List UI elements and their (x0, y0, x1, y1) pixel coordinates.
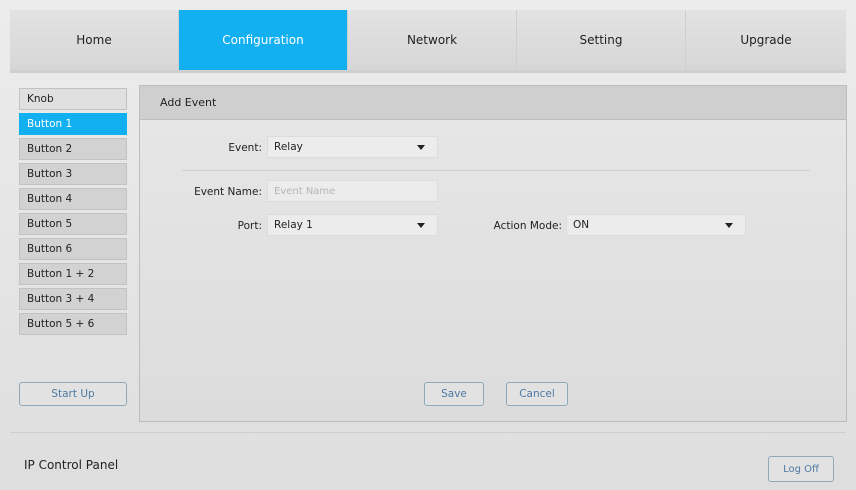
sidebar-item-button-3-4[interactable]: Button 3 + 4 (19, 288, 127, 310)
event-label: Event: (228, 142, 262, 154)
cancel-button[interactable]: Cancel (506, 382, 568, 406)
sidebar-item-button-2[interactable]: Button 2 (19, 138, 127, 160)
port-label: Port: (237, 220, 262, 232)
form-divider (182, 170, 810, 171)
action-mode-label: Action Mode: (493, 220, 562, 232)
sidebar-item-button-6[interactable]: Button 6 (19, 238, 127, 260)
event-name-label: Event Name: (194, 186, 262, 198)
chevron-down-icon (417, 223, 425, 228)
log-off-button[interactable]: Log Off (768, 456, 834, 482)
sidebar-item-button-3[interactable]: Button 3 (19, 163, 127, 185)
sidebar-item-button-5-6[interactable]: Button 5 + 6 (19, 313, 127, 335)
sidebar-item-button-1-2[interactable]: Button 1 + 2 (19, 263, 127, 285)
tab-setting[interactable]: Setting (517, 10, 686, 70)
add-event-panel: Add Event Event: Relay Event Name: Port:… (139, 85, 847, 422)
start-up-button[interactable]: Start Up (19, 382, 127, 406)
tab-network[interactable]: Network (348, 10, 517, 70)
sidebar-item-button-1[interactable]: Button 1 (19, 113, 127, 135)
port-select-value: Relay 1 (274, 219, 313, 231)
tab-upgrade[interactable]: Upgrade (686, 10, 846, 70)
event-select[interactable]: Relay (267, 136, 438, 158)
port-select[interactable]: Relay 1 (267, 214, 438, 236)
footer-divider (10, 432, 846, 433)
top-nav: Home Configuration Network Setting Upgra… (10, 10, 846, 70)
app-frame: Home Configuration Network Setting Upgra… (0, 0, 856, 490)
panel-title: Add Event (140, 86, 846, 120)
action-mode-select-value: ON (573, 219, 590, 231)
sidebar: Knob Button 1 Button 2 Button 3 Button 4… (19, 88, 127, 338)
sidebar-item-button-5[interactable]: Button 5 (19, 213, 127, 235)
chevron-down-icon (725, 223, 733, 228)
sidebar-item-knob[interactable]: Knob (19, 88, 127, 110)
event-name-input[interactable] (267, 180, 438, 202)
chevron-down-icon (417, 145, 425, 150)
sidebar-item-button-4[interactable]: Button 4 (19, 188, 127, 210)
footer-title: IP Control Panel (24, 458, 119, 472)
action-mode-select[interactable]: ON (566, 214, 746, 236)
event-select-value: Relay (274, 141, 303, 153)
tab-home[interactable]: Home (10, 10, 179, 70)
nav-divider (10, 70, 846, 73)
tab-configuration[interactable]: Configuration (179, 10, 348, 70)
save-button[interactable]: Save (424, 382, 484, 406)
